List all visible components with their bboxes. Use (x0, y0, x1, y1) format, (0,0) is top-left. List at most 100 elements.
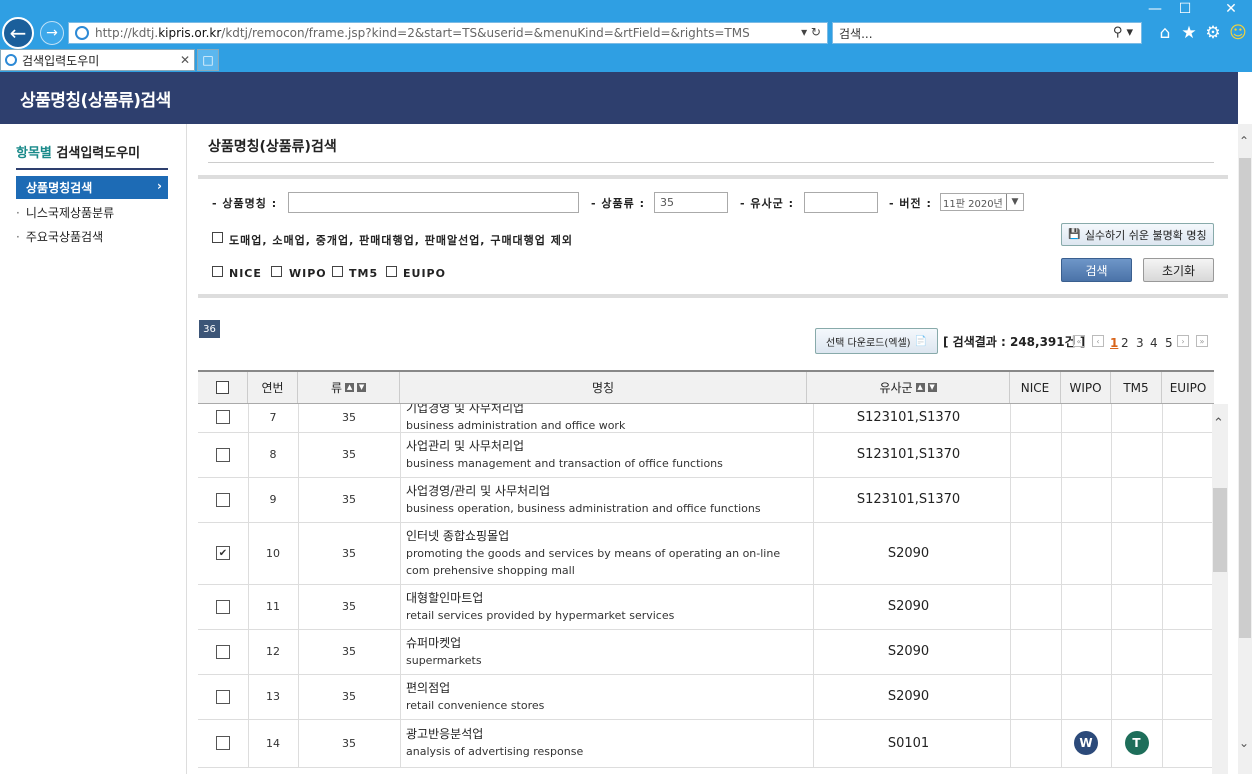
row-tm5 (1111, 404, 1163, 432)
first-page-icon[interactable]: « (1073, 335, 1085, 347)
address-bar[interactable]: http://kdtj. kipris.or.kr/kdtj/remocon/fr… (68, 22, 828, 44)
product-name-input[interactable] (288, 192, 579, 213)
sort-up-icon[interactable]: ▲ (345, 383, 355, 392)
row-checkbox[interactable] (216, 599, 230, 614)
window-close-icon[interactable]: ✕ (1216, 0, 1246, 18)
browser-tab[interactable]: 검색입력도우미 ✕ (0, 49, 195, 71)
row-no: 8 (248, 432, 299, 477)
page-scroll-down-icon[interactable]: ⌄ (1239, 736, 1249, 750)
sort-up-icon[interactable]: ▲ (915, 383, 925, 392)
sidebar-item-major-country[interactable]: 주요국상품검색 (16, 228, 103, 245)
row-checkbox[interactable] (216, 447, 230, 462)
row-tm5 (1111, 432, 1163, 477)
row-checkbox[interactable]: ✔ (216, 546, 230, 560)
page-link-1[interactable]: 1 (1110, 336, 1118, 350)
maximize-icon[interactable]: ☐ (1170, 0, 1200, 18)
select-all-checkbox[interactable] (216, 381, 229, 394)
row-checkbox[interactable] (216, 644, 230, 659)
search-icon[interactable]: ⚲ ▾ (1113, 25, 1133, 40)
row-name: 기업경영 및 사무처리업 business administration and … (400, 404, 814, 432)
row-class: 35 (298, 584, 401, 629)
row-similar-group: S2090 (807, 674, 1011, 719)
result-count-text: [ 검색결과 : 248,391건 ] (943, 335, 1086, 349)
row-nice (1010, 477, 1062, 522)
back-arrow-icon[interactable]: ← (2, 17, 34, 49)
row-name-korean: 기업경영 및 사무처리업 (406, 404, 525, 415)
row-name-english: supermarkets (406, 653, 482, 667)
row-nice (1010, 629, 1062, 674)
row-similar-code: S0101 (887, 735, 930, 751)
table-row: 7 35 기업경영 및 사무처리업 business administration a… (198, 404, 1212, 433)
nice-checkbox[interactable] (212, 266, 223, 277)
tm5-badge-icon[interactable]: T (1124, 731, 1149, 755)
reset-button[interactable]: 초기화 (1143, 258, 1214, 282)
search-button[interactable]: 검색 (1061, 258, 1132, 282)
row-name: 편의점업 retail convenience stores (400, 674, 814, 719)
tm5-checkbox[interactable] (332, 266, 343, 277)
exclude-checkbox[interactable] (212, 232, 223, 243)
wipo-badge-icon[interactable]: W (1074, 731, 1098, 755)
sort-down-icon[interactable]: ▼ (357, 383, 367, 392)
ie-logo-icon (75, 26, 89, 40)
page-link-2[interactable]: 2 (1121, 336, 1129, 350)
form-bottom-border (198, 294, 1228, 298)
table-scrollbar[interactable] (1212, 404, 1228, 774)
forward-arrow-icon[interactable]: → (40, 21, 64, 45)
row-nice (1010, 432, 1062, 477)
next-page-icon[interactable]: › (1177, 335, 1189, 347)
last-page-icon[interactable]: » (1196, 335, 1208, 347)
page-scroll-up-icon[interactable]: ⌃ (1239, 134, 1249, 148)
version-select[interactable]: 11판 2020년 ▼ (940, 193, 1024, 211)
row-tm5: T (1111, 719, 1163, 767)
table-scrollbar-thumb[interactable] (1213, 488, 1227, 572)
row-name-korean: 대형할인마트업 (406, 590, 484, 605)
table-row: ✔ 10 35 인터넷 종합쇼핑몰업 promoting the goods and s… (198, 522, 1212, 585)
settings-gear-icon[interactable]: ⚙ (1203, 23, 1223, 43)
scroll-up-chevron-icon[interactable]: ⌃ (1213, 416, 1224, 431)
page-link-3[interactable]: 3 (1136, 336, 1144, 350)
row-checkbox[interactable] (216, 410, 230, 424)
row-nice (1010, 522, 1062, 584)
class-input[interactable]: 35 (654, 192, 728, 213)
row-checkbox[interactable] (216, 492, 230, 507)
sidebar-item-nice-class[interactable]: 니스국제상품분류 (16, 204, 114, 221)
new-tab-icon[interactable]: □ (197, 49, 219, 71)
row-wipo (1061, 584, 1112, 629)
col-class[interactable]: 류 ▲ ▼ (298, 372, 400, 403)
sort-down-icon[interactable]: ▼ (927, 383, 937, 392)
row-tm5 (1111, 477, 1163, 522)
row-name: 슈퍼마켓업 supermarkets (400, 629, 814, 674)
row-name: 대형할인마트업 retail services provided by hyper… (400, 584, 814, 629)
refresh-icon[interactable]: ▾ ↻ (801, 25, 821, 39)
row-tm5 (1111, 674, 1163, 719)
row-euipo (1162, 432, 1212, 477)
favorites-star-icon[interactable]: ★ (1179, 23, 1199, 43)
col-similar[interactable]: 유사군 ▲ ▼ (807, 372, 1010, 403)
tab-close-icon[interactable]: ✕ (180, 53, 190, 67)
download-excel-button[interactable]: 선택 다운로드(엑셀) 📄 (815, 328, 938, 354)
page-link-5[interactable]: 5 (1165, 336, 1173, 350)
wipo-checkbox[interactable] (271, 266, 282, 277)
minimize-icon[interactable]: — (1140, 0, 1170, 18)
row-select-cell (198, 477, 249, 522)
sidebar-item-product-name-search[interactable]: 상품명칭검색 › (16, 176, 168, 199)
row-no: 12 (248, 629, 299, 674)
browser-search-input[interactable]: 검색... ⚲ ▾ (832, 22, 1142, 44)
table-row: 13 35 편의점업 retail convenience stores S2090 (198, 674, 1212, 720)
row-checkbox[interactable] (216, 689, 230, 704)
table-header: 연번 류 ▲ ▼ 명칭 유사군 ▲ ▼ NICE WIPO TM5 EUIPO (198, 370, 1214, 404)
prev-page-icon[interactable]: ‹ (1092, 335, 1104, 347)
sidebar-divider (16, 168, 168, 170)
similar-group-input[interactable] (804, 192, 878, 213)
page-link-4[interactable]: 4 (1150, 336, 1158, 350)
row-checkbox[interactable] (216, 736, 230, 750)
sidebar-title: 항목별 검색입력도우미 (16, 146, 141, 161)
home-icon[interactable]: ⌂ (1155, 23, 1175, 43)
row-tm5 (1111, 584, 1163, 629)
row-no: 9 (248, 477, 299, 522)
row-wipo: W (1061, 719, 1112, 767)
smiley-feedback-icon[interactable]: ☺ (1228, 23, 1248, 43)
euipo-checkbox[interactable] (386, 266, 397, 277)
page-scrollbar-thumb[interactable] (1239, 158, 1251, 638)
ambiguous-terms-button[interactable]: 💾 실수하기 쉬운 불명확 명칭 (1061, 223, 1214, 246)
